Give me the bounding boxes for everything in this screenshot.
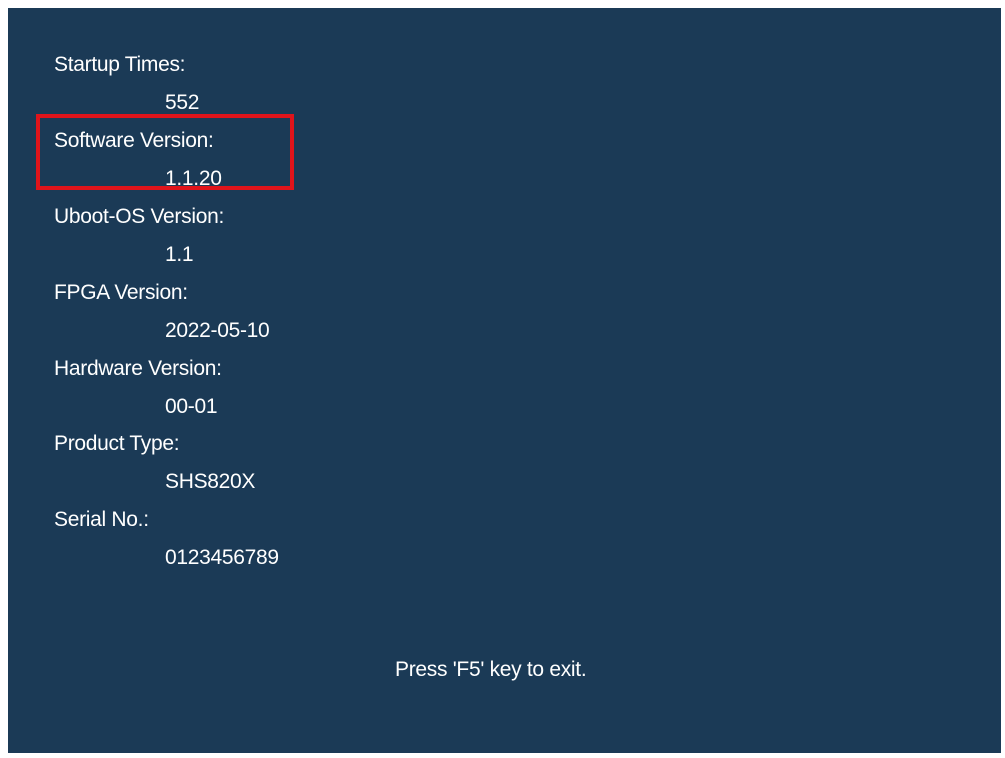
hardware-version-label: Hardware Version: — [54, 357, 222, 380]
fpga-version-value: 2022-05-10 — [165, 319, 270, 342]
startup-times-value: 552 — [165, 91, 200, 114]
product-type-value: SHS820X — [165, 470, 256, 493]
fpga-version-label: FPGA Version: — [54, 281, 188, 304]
serial-no-label: Serial No.: — [54, 508, 149, 531]
product-type-label: Product Type: — [54, 432, 180, 455]
uboot-os-version-label: Uboot-OS Version: — [54, 205, 224, 228]
serial-no-value: 0123456789 — [165, 546, 279, 569]
startup-times-label: Startup Times: — [54, 53, 186, 76]
system-info-screen: Startup Times: 552 Software Version: 1.1… — [8, 8, 1001, 753]
exit-hint: Press 'F5' key to exit. — [395, 658, 587, 681]
uboot-os-version-value: 1.1 — [165, 243, 194, 266]
hardware-version-value: 00-01 — [165, 395, 218, 418]
software-version-highlight-box — [36, 114, 294, 190]
